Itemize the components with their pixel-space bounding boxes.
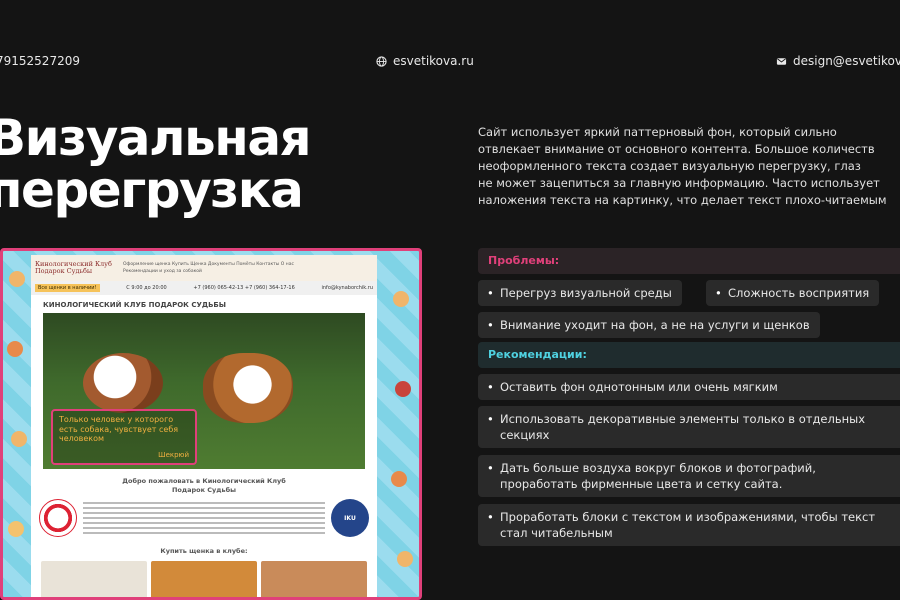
recommendation-text: секциях — [500, 428, 550, 442]
site-header: Кинологический Клуб Подарок Судьбы Оформ… — [31, 255, 377, 281]
recommendation-text: Проработать блоки с текстом и изображени… — [500, 510, 876, 524]
problems-heading: Проблемы: — [478, 248, 900, 274]
puppy-image — [203, 353, 293, 423]
puppy-thumbnails — [31, 555, 377, 597]
problem-item: Внимание уходит на фон, а не на услуги и… — [478, 312, 820, 338]
site-heading: КИНОЛОГИЧЕСКИЙ КЛУБ ПОДАРОК СУДЬБЫ — [43, 301, 227, 309]
page-title: Визуальная перегрузка — [0, 109, 312, 219]
welcome-line: Добро пожаловать в Кинологический Клуб — [122, 477, 286, 485]
welcome-line: Подарок Судьбы — [171, 486, 237, 494]
site-screenshot: Кинологический Клуб Подарок Судьбы Оформ… — [0, 248, 422, 600]
site-email: info@kynaborchik.ru — [321, 285, 373, 291]
problem-item: Сложность восприятия — [706, 280, 880, 306]
hours: С 9:00 до 20:00 — [126, 285, 167, 291]
phones: +7 (960) 065-42-13 +7 (960) 364-17-16 — [193, 285, 294, 291]
recommendation-item: Проработать блоки с текстом и изображени… — [478, 504, 900, 546]
puppy-image — [83, 353, 163, 413]
problem-text: Сложность восприятия — [728, 286, 870, 300]
description-line: неоформленного текста создает визуальную… — [478, 159, 861, 173]
website-link: esvetikova.ru — [393, 54, 474, 68]
website-contact[interactable]: esvetikova.ru — [376, 54, 474, 68]
club-emblem — [39, 499, 77, 537]
site-logo[interactable]: Кинологический Клуб Подарок Судьбы — [35, 261, 117, 275]
announcement: Все щенки в наличии! — [35, 284, 100, 292]
quote-line: есть собака, чувствует себя — [59, 424, 179, 434]
recommendation-text: Оставить фон однотонным или очень мягким — [500, 380, 778, 394]
title-line-2: перегрузка — [0, 161, 304, 219]
site-info-bar: Все щенки в наличии! С 9:00 до 20:00 +7 … — [31, 281, 377, 295]
recommendation-item: Дать больше воздуха вокруг блоков и фото… — [478, 455, 900, 497]
globe-icon — [376, 55, 387, 67]
title-line-1: Визуальная — [0, 109, 312, 167]
quote-line: человеком — [59, 434, 105, 443]
description: Сайт использует яркий паттерновый фон, к… — [478, 124, 900, 209]
recommendation-text: стал читабельным — [500, 526, 613, 540]
problem-text: Внимание уходит на фон, а не на услуги и… — [500, 318, 810, 332]
email-link: design@esvetikov — [793, 54, 900, 68]
description-line: наложения текста на картинку, что делает… — [478, 193, 887, 207]
logo-line: Подарок Судьбы — [35, 267, 93, 275]
welcome-heading: Добро пожаловать в Кинологический Клуб П… — [31, 477, 377, 495]
thumbnail[interactable] — [41, 561, 147, 597]
recommendation-item: Оставить фон однотонным или очень мягким — [478, 374, 900, 400]
nav-line: Оформление щенка Купить Щенка Документы … — [123, 262, 294, 267]
body-text — [83, 499, 325, 537]
recommendation-text: проработать фирменные цвета и сетку сайт… — [500, 477, 783, 491]
thumbnail[interactable] — [261, 561, 367, 597]
recommendation-text: Дать больше воздуха вокруг блоков и фото… — [500, 461, 816, 475]
quote-line: Только человек у которого — [59, 415, 174, 424]
quote-overlay: Только человек у которого есть собака, ч… — [51, 409, 197, 465]
nav-line: Рекомендации и уход за собакой — [123, 269, 202, 274]
puppies-photo: Только человек у которого есть собака, ч… — [43, 313, 365, 469]
description-line: Сайт использует яркий паттерновый фон, к… — [478, 125, 837, 139]
phone-contact[interactable]: 79152527209 — [0, 54, 80, 68]
email-contact[interactable]: design@esvetikov — [776, 54, 900, 68]
phone: +7 (960) 364-17-16 — [244, 285, 295, 291]
thumbnail[interactable] — [151, 561, 257, 597]
problem-item: Перегруз визуальной среды — [478, 280, 682, 306]
welcome-body: IKU — [31, 495, 377, 541]
description-line: не может зацепиться за главную информаци… — [478, 176, 880, 190]
recommendation-text: Использовать декоративные элементы тольк… — [500, 412, 866, 426]
iku-emblem: IKU — [331, 499, 369, 537]
phone-number: 79152527209 — [0, 54, 80, 68]
phone: +7 (960) 065-42-13 — [193, 285, 244, 291]
description-line: отвлекает внимание от основного контента… — [478, 142, 875, 156]
recommendation-item: Использовать декоративные элементы тольк… — [478, 406, 900, 448]
buy-heading: Купить щенка в клубе: — [160, 547, 248, 555]
site-page: Кинологический Клуб Подарок Судьбы Оформ… — [31, 255, 377, 597]
quote-author: Шекрюй — [158, 450, 189, 459]
recommendations-heading: Рекомендации: — [478, 342, 900, 368]
problem-text: Перегруз визуальной среды — [500, 286, 672, 300]
mail-icon — [776, 57, 787, 65]
site-nav[interactable]: Оформление щенка Купить Щенка Документы … — [123, 261, 294, 275]
